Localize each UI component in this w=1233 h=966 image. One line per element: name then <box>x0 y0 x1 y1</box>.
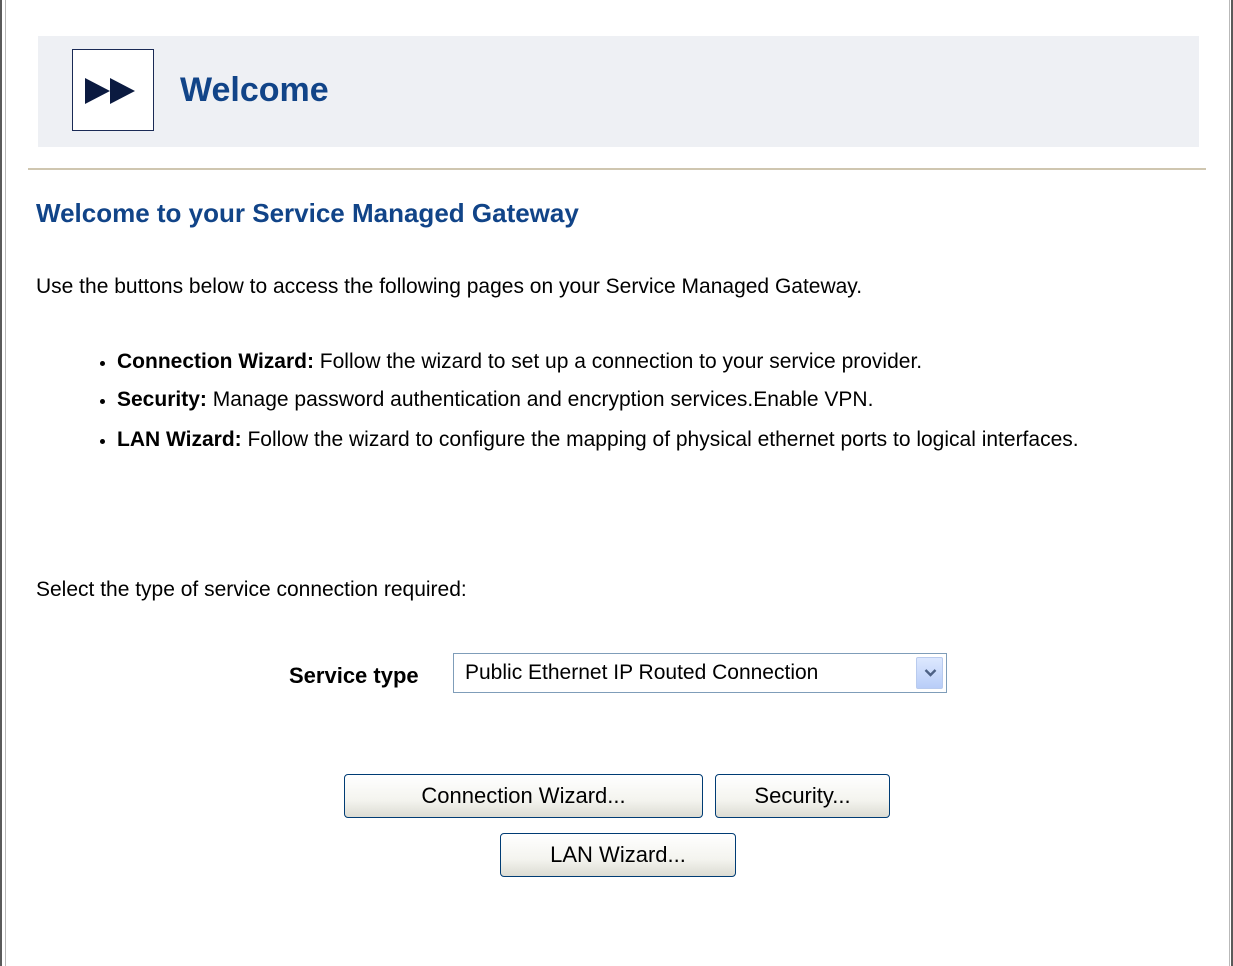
header-title: Welcome <box>180 71 329 109</box>
service-type-value: Public Ethernet IP Routed Connection <box>465 661 819 684</box>
dropdown-button[interactable] <box>916 657 943 689</box>
connection-wizard-button[interactable]: Connection Wizard... <box>344 774 703 818</box>
chevron-down-icon <box>924 669 937 677</box>
service-prompt: Select the type of service connection re… <box>36 578 467 601</box>
service-type-select[interactable]: Public Ethernet IP Routed Connection <box>453 653 947 693</box>
window-frame-right <box>1229 0 1233 966</box>
feature-item-lan-wizard: LAN Wizard: Follow the wizard to configu… <box>117 423 1207 457</box>
fast-forward-logo <box>72 49 154 131</box>
fast-forward-icon <box>85 78 135 104</box>
feature-description: Follow the wizard to set up a connection… <box>313 350 923 373</box>
service-type-label: Service type <box>289 663 419 688</box>
feature-description: Follow the wizard to configure the mappi… <box>241 428 1079 451</box>
feature-name: Connection Wizard: <box>117 350 314 373</box>
feature-name: LAN Wizard: <box>117 428 242 451</box>
feature-item-security: Security: Manage password authentication… <box>117 385 1207 415</box>
lan-wizard-button[interactable]: LAN Wizard... <box>500 833 736 877</box>
security-button[interactable]: Security... <box>715 774 890 818</box>
intro-text: Use the buttons below to access the foll… <box>36 275 863 298</box>
feature-name: Security: <box>117 388 207 411</box>
page-title: Welcome to your Service Managed Gateway <box>36 198 579 228</box>
header-divider <box>28 168 1206 170</box>
feature-item-connection-wizard: Connection Wizard: Follow the wizard to … <box>117 347 1207 377</box>
feature-list: Connection Wizard: Follow the wizard to … <box>80 347 1207 465</box>
feature-description: Manage password authentication and encry… <box>206 388 874 411</box>
window-frame-left <box>0 0 6 966</box>
